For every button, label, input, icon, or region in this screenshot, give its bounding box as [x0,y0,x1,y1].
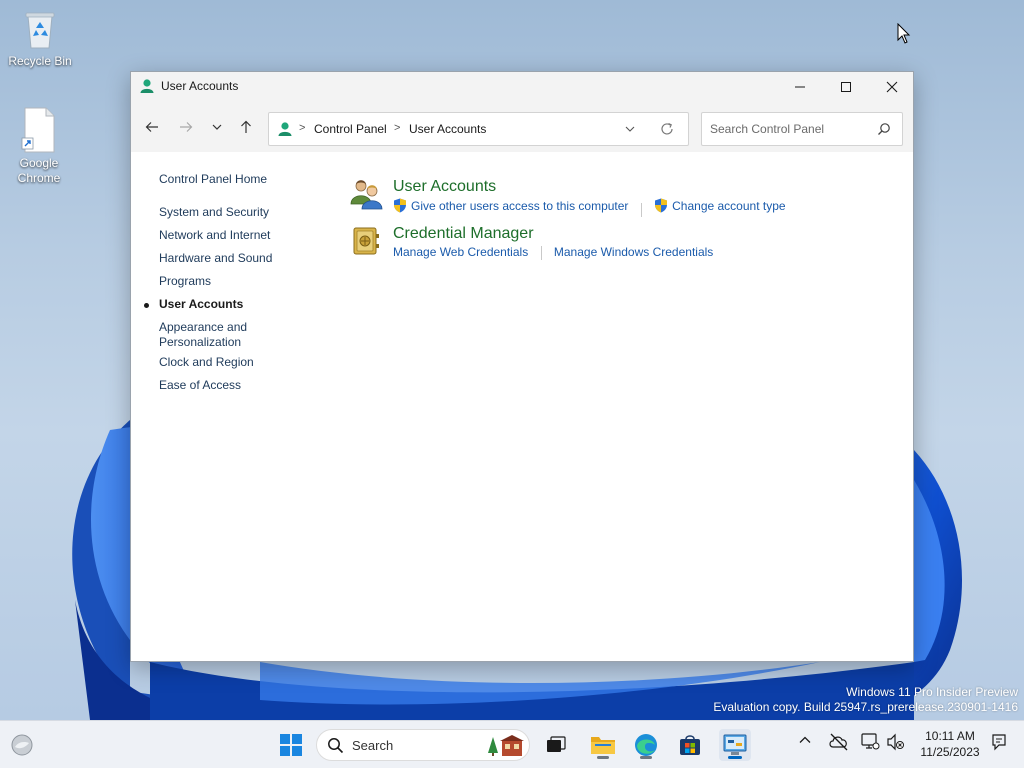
start-icon [280,734,302,756]
close-button[interactable] [869,72,915,102]
task-view-button[interactable] [540,729,572,761]
forward-button[interactable] [173,114,199,140]
running-indicator [640,756,652,759]
close-icon [886,81,898,93]
control-panel-icon [723,734,747,755]
breadcrumb-separator: > [299,122,306,134]
clock-time: 10:11 AM [925,729,975,743]
search-icon [328,738,344,754]
microsoft-store-button[interactable] [674,729,706,761]
widgets-button[interactable] [6,729,38,761]
evaluation-watermark: Windows 11 Pro Insider Preview Evaluatio… [713,685,1018,715]
clock-date: 11/25/2023 [920,745,980,759]
search-input[interactable] [710,121,870,137]
link-label: Give other users access to this computer [411,198,629,213]
recent-locations-button[interactable] [204,114,230,140]
address-toolbar: > Control Panel > User Accounts [131,102,913,152]
up-button[interactable] [233,114,259,140]
start-button[interactable] [275,729,307,761]
taskbar-search-box[interactable]: Search [316,729,530,761]
taskbar-search-label: Search [352,738,394,753]
store-icon [680,735,700,755]
user-accounts-location-icon [278,122,292,136]
content-area: Control Panel Home System and Security N… [131,152,913,661]
chevron-up-icon[interactable] [798,733,812,747]
forward-arrow-icon [180,122,193,132]
manage-web-credentials-link[interactable]: Manage Web Credentials [393,245,528,259]
nav-item-programs[interactable]: Programs [159,274,299,289]
file-explorer-icon [591,737,615,754]
uac-shield-icon [394,198,406,213]
minimize-icon [795,86,805,88]
link-divider [640,202,642,217]
maximize-icon [841,82,851,92]
give-users-access-link[interactable]: Give other users access to this computer [393,198,628,213]
link-label: Change account type [672,198,786,213]
category-title-credential-manager[interactable]: Credential Manager [393,225,534,243]
back-button[interactable] [139,114,165,140]
user-accounts-icon[interactable] [349,178,383,210]
file-explorer-button[interactable] [587,729,619,761]
window-title: User Accounts [161,79,239,93]
chevron-down-icon [212,124,222,130]
minimize-button[interactable] [777,72,823,102]
nav-item-clock-and-region[interactable]: Clock and Region [159,355,299,370]
address-dropdown-icon[interactable] [623,122,637,136]
watermark-line-1: Windows 11 Pro Insider Preview [846,685,1018,699]
title-bar[interactable]: User Accounts [131,72,913,102]
active-item-bullet [144,303,149,308]
breadcrumb-control-panel[interactable]: Control Panel [314,122,387,136]
control-panel-taskbar-button[interactable] [719,729,751,761]
recycle-bin-icon [25,12,55,49]
desktop-icon-label: Google Chrome [17,156,61,185]
nav-item-appearance-and-personalization[interactable]: Appearance and Personalization [159,320,259,350]
nav-item-hardware-and-sound[interactable]: Hardware and Sound [159,251,299,266]
search-box[interactable] [701,112,903,146]
desktop-icon-label: Recycle Bin [8,54,72,68]
category-links: Manage Web Credentials Manage Windows Cr… [393,245,713,260]
maximize-button[interactable] [823,72,869,102]
nav-item-ease-of-access[interactable]: Ease of Access [159,378,299,393]
address-bar[interactable]: > Control Panel > User Accounts [268,112,689,146]
link-divider [540,245,542,260]
taskbar: Search 10:11 AM 11/25/2023 [0,720,1024,768]
nav-item-system-and-security[interactable]: System and Security [159,205,299,220]
category-links: Give other users access to this computer… [393,198,786,217]
task-view-icon [547,736,566,752]
nav-item-user-accounts[interactable]: User Accounts [159,297,299,312]
uac-shield-icon [655,198,668,213]
refresh-icon[interactable] [659,121,675,137]
nav-item-network-and-internet[interactable]: Network and Internet [159,228,299,243]
active-indicator [728,756,742,759]
running-indicator [597,756,609,759]
chrome-shortcut-icon [21,107,55,153]
network-icon[interactable] [860,733,880,751]
category-title-user-accounts[interactable]: User Accounts [393,178,496,196]
watermark-line-2: Evaluation copy. Build 25947.rs_prerelea… [713,700,1018,714]
weather-widget-icon [11,734,33,756]
manage-windows-credentials-link[interactable]: Manage Windows Credentials [554,245,713,259]
nav-item-control-panel-home[interactable]: Control Panel Home [159,172,299,187]
control-panel-window: User Accounts > Control Panel > User Acc… [130,71,914,662]
volume-muted-icon[interactable] [886,733,906,751]
breadcrumb-user-accounts[interactable]: User Accounts [409,122,486,136]
breadcrumb-separator: > [394,122,401,134]
user-accounts-title-icon [140,79,154,93]
up-arrow-icon [241,120,251,133]
desktop-icon-recycle-bin[interactable]: Recycle Bin [2,8,78,69]
edge-icon [635,734,657,756]
onedrive-offline-icon[interactable] [829,733,849,751]
edge-button[interactable] [630,729,662,761]
notifications-icon[interactable] [990,733,1008,751]
desktop-icon-google-chrome[interactable]: Google Chrome [1,106,77,186]
search-highlight-icon [488,735,524,756]
mouse-cursor-icon [897,23,911,44]
change-account-type-link[interactable]: Change account type [654,198,786,213]
system-clock[interactable]: 10:11 AM 11/25/2023 [912,728,988,760]
credential-manager-icon[interactable] [351,225,381,257]
back-arrow-icon [145,122,158,132]
search-icon[interactable] [877,122,891,136]
